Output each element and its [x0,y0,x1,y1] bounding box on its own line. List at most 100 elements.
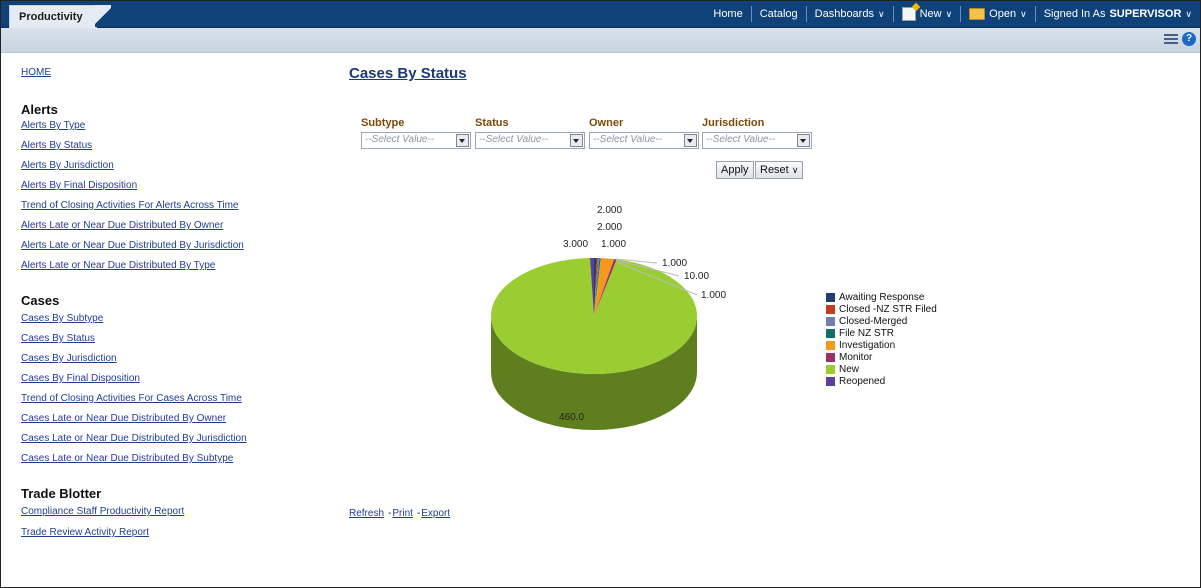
sidebar-link[interactable]: Cases By Final Disposition [21,373,321,393]
data-label-closed-nz-str-filed: 1.000 [662,258,687,269]
chevron-down-icon: ∨ [945,8,953,19]
sidebar-link[interactable]: Compliance Staff Productivity Report [21,506,321,527]
data-label-file-nz-str: 1.000 [701,290,726,301]
reset-button[interactable]: Reset ∨ [755,161,804,179]
chevron-down-icon: ∨ [791,165,799,175]
chevron-down-icon: ∨ [1185,8,1192,19]
separator: - [388,508,392,519]
sidebar-link[interactable]: Alerts Late or Near Due Distributed By J… [21,240,321,260]
chart-legend: Awaiting Response Closed -NZ STR Filed Clo… [826,291,937,387]
tab-curve [95,5,111,27]
legend-label: Closed -NZ STR Filed [839,303,937,315]
print-link[interactable]: Print [392,508,413,519]
legend-swatch [826,340,835,350]
data-label-new: 460.0 [559,412,584,423]
sidebar-link[interactable]: Alerts By Jurisdiction [21,160,321,180]
sidebar-link[interactable]: Cases Late or Near Due Distributed By Ow… [21,413,321,433]
legend-item: Investigation [826,339,937,351]
status-select[interactable]: --Select Value-- [475,132,585,149]
sidebar-home-link[interactable]: HOME [21,67,321,78]
toolbar-icons: ? [1164,32,1196,46]
nav-open[interactable]: Open ∨ [961,8,1035,20]
prompt-owner: Owner --Select Value-- [589,117,699,149]
sidebar-link[interactable]: Cases By Jurisdiction [21,353,321,373]
dropdown-arrow-icon[interactable] [456,134,469,147]
data-label-awaiting-response: 2.000 [597,205,622,216]
chevron-down-icon: ∨ [1020,8,1027,19]
legend-swatch [826,304,835,314]
nav-dashboards-label: Dashboards [814,8,874,20]
legend-label: Awaiting Response [839,291,925,303]
help-icon[interactable]: ? [1182,32,1196,46]
legend-item: Awaiting Response [826,291,937,303]
sidebar-link[interactable]: Alerts Late or Near Due Distributed By T… [21,260,321,280]
legend-item: File NZ STR [826,327,937,339]
legend-swatch [826,376,835,386]
refresh-link[interactable]: Refresh [349,508,384,519]
new-document-icon [901,7,916,21]
legend-label: File NZ STR [839,327,894,339]
prompt-label: Jurisdiction [702,117,765,129]
export-link[interactable]: Export [421,508,450,519]
nav-new[interactable]: New ∨ [894,7,961,21]
nav-dashboards[interactable]: Dashboards ∨ [807,8,893,20]
nav-catalog-label: Catalog [759,8,798,20]
legend-label: Monitor [839,351,873,363]
sidebar-link[interactable]: Alerts Late or Near Due Distributed By O… [21,220,321,240]
chevron-down-icon: ∨ [877,8,885,19]
sidebar-link[interactable]: Alerts By Type [21,120,321,140]
jurisdiction-select[interactable]: --Select Value-- [702,132,812,149]
app-tab[interactable]: Productivity [9,5,97,28]
legend-item: Monitor [826,351,937,363]
nav-new-label: New [919,8,942,20]
sidebar-link[interactable]: Trade Review Activity Report [21,527,321,548]
data-label-investigation: 10.00 [684,271,709,282]
prompt-status: Status --Select Value-- [475,117,585,149]
nav-signed-in[interactable]: Signed In As SUPERVISOR ∨ [1036,8,1200,20]
legend-swatch [826,364,835,374]
dropdown-arrow-icon[interactable] [570,134,583,147]
sidebar: HOME Alerts Alerts By Type Alerts By Sta… [21,67,321,548]
legend-swatch [826,292,835,302]
global-header: Productivity Home Catalog Dashboards ∨ Ne… [1,1,1200,28]
legend-label: Reopened [839,375,886,387]
app-window: Productivity Home Catalog Dashboards ∨ Ne… [0,0,1201,588]
sidebar-link[interactable]: Alerts By Status [21,140,321,160]
legend-item: Closed-Merged [826,315,937,327]
page-options-icon[interactable] [1164,33,1178,45]
cases-pie-chart: 2.000 1.000 1.000 1.000 10.00 2.000 460.0 3.000 [491,205,726,430]
legend-swatch [826,352,835,362]
sidebar-section-title: Cases [21,293,60,308]
page-title[interactable]: Cases By Status [349,65,467,82]
sidebar-link[interactable]: Cases Late or Near Due Distributed By Su… [21,453,321,473]
apply-button[interactable]: Apply [716,161,754,179]
sidebar-link[interactable]: Alerts By Final Disposition [21,180,321,200]
owner-select[interactable]: --Select Value-- [589,132,699,149]
prompt-label: Owner [589,117,624,129]
reset-label: Reset [760,164,789,176]
sidebar-section-title: Trade Blotter [21,486,102,501]
nav-home-label: Home [713,8,743,20]
sidebar-link[interactable]: Cases By Subtype [21,313,321,333]
sidebar-section-title: Alerts [21,102,58,117]
sidebar-link[interactable]: Cases Late or Near Due Distributed By Ju… [21,433,321,453]
prompt-subtype: Subtype --Select Value-- [361,117,471,149]
sidebar-link[interactable]: Trend of Closing Activities For Cases Ac… [21,393,321,413]
global-nav: Home Catalog Dashboards ∨ New ∨ Open ∨ Sign… [705,1,1200,27]
sidebar-link[interactable]: Trend of Closing Activities For Alerts A… [21,200,321,220]
legend-label: Investigation [839,339,896,351]
data-label-reopened: 3.000 [563,239,588,250]
subtype-select[interactable]: --Select Value-- [361,132,471,149]
signed-in-user: SUPERVISOR [1109,8,1182,20]
nav-home[interactable]: Home [705,8,750,20]
sidebar-link[interactable]: Cases By Status [21,333,321,353]
dropdown-arrow-icon[interactable] [684,134,697,147]
app-tab-label: Productivity [19,11,83,23]
nav-catalog[interactable]: Catalog [752,8,806,20]
dropdown-arrow-icon[interactable] [797,134,810,147]
legend-swatch [826,316,835,326]
prompt-jurisdiction: Jurisdiction --Select Value-- [702,117,812,149]
page-toolbar: ? [1,28,1200,53]
legend-item: Closed -NZ STR Filed [826,303,937,315]
legend-label: New [839,363,860,375]
